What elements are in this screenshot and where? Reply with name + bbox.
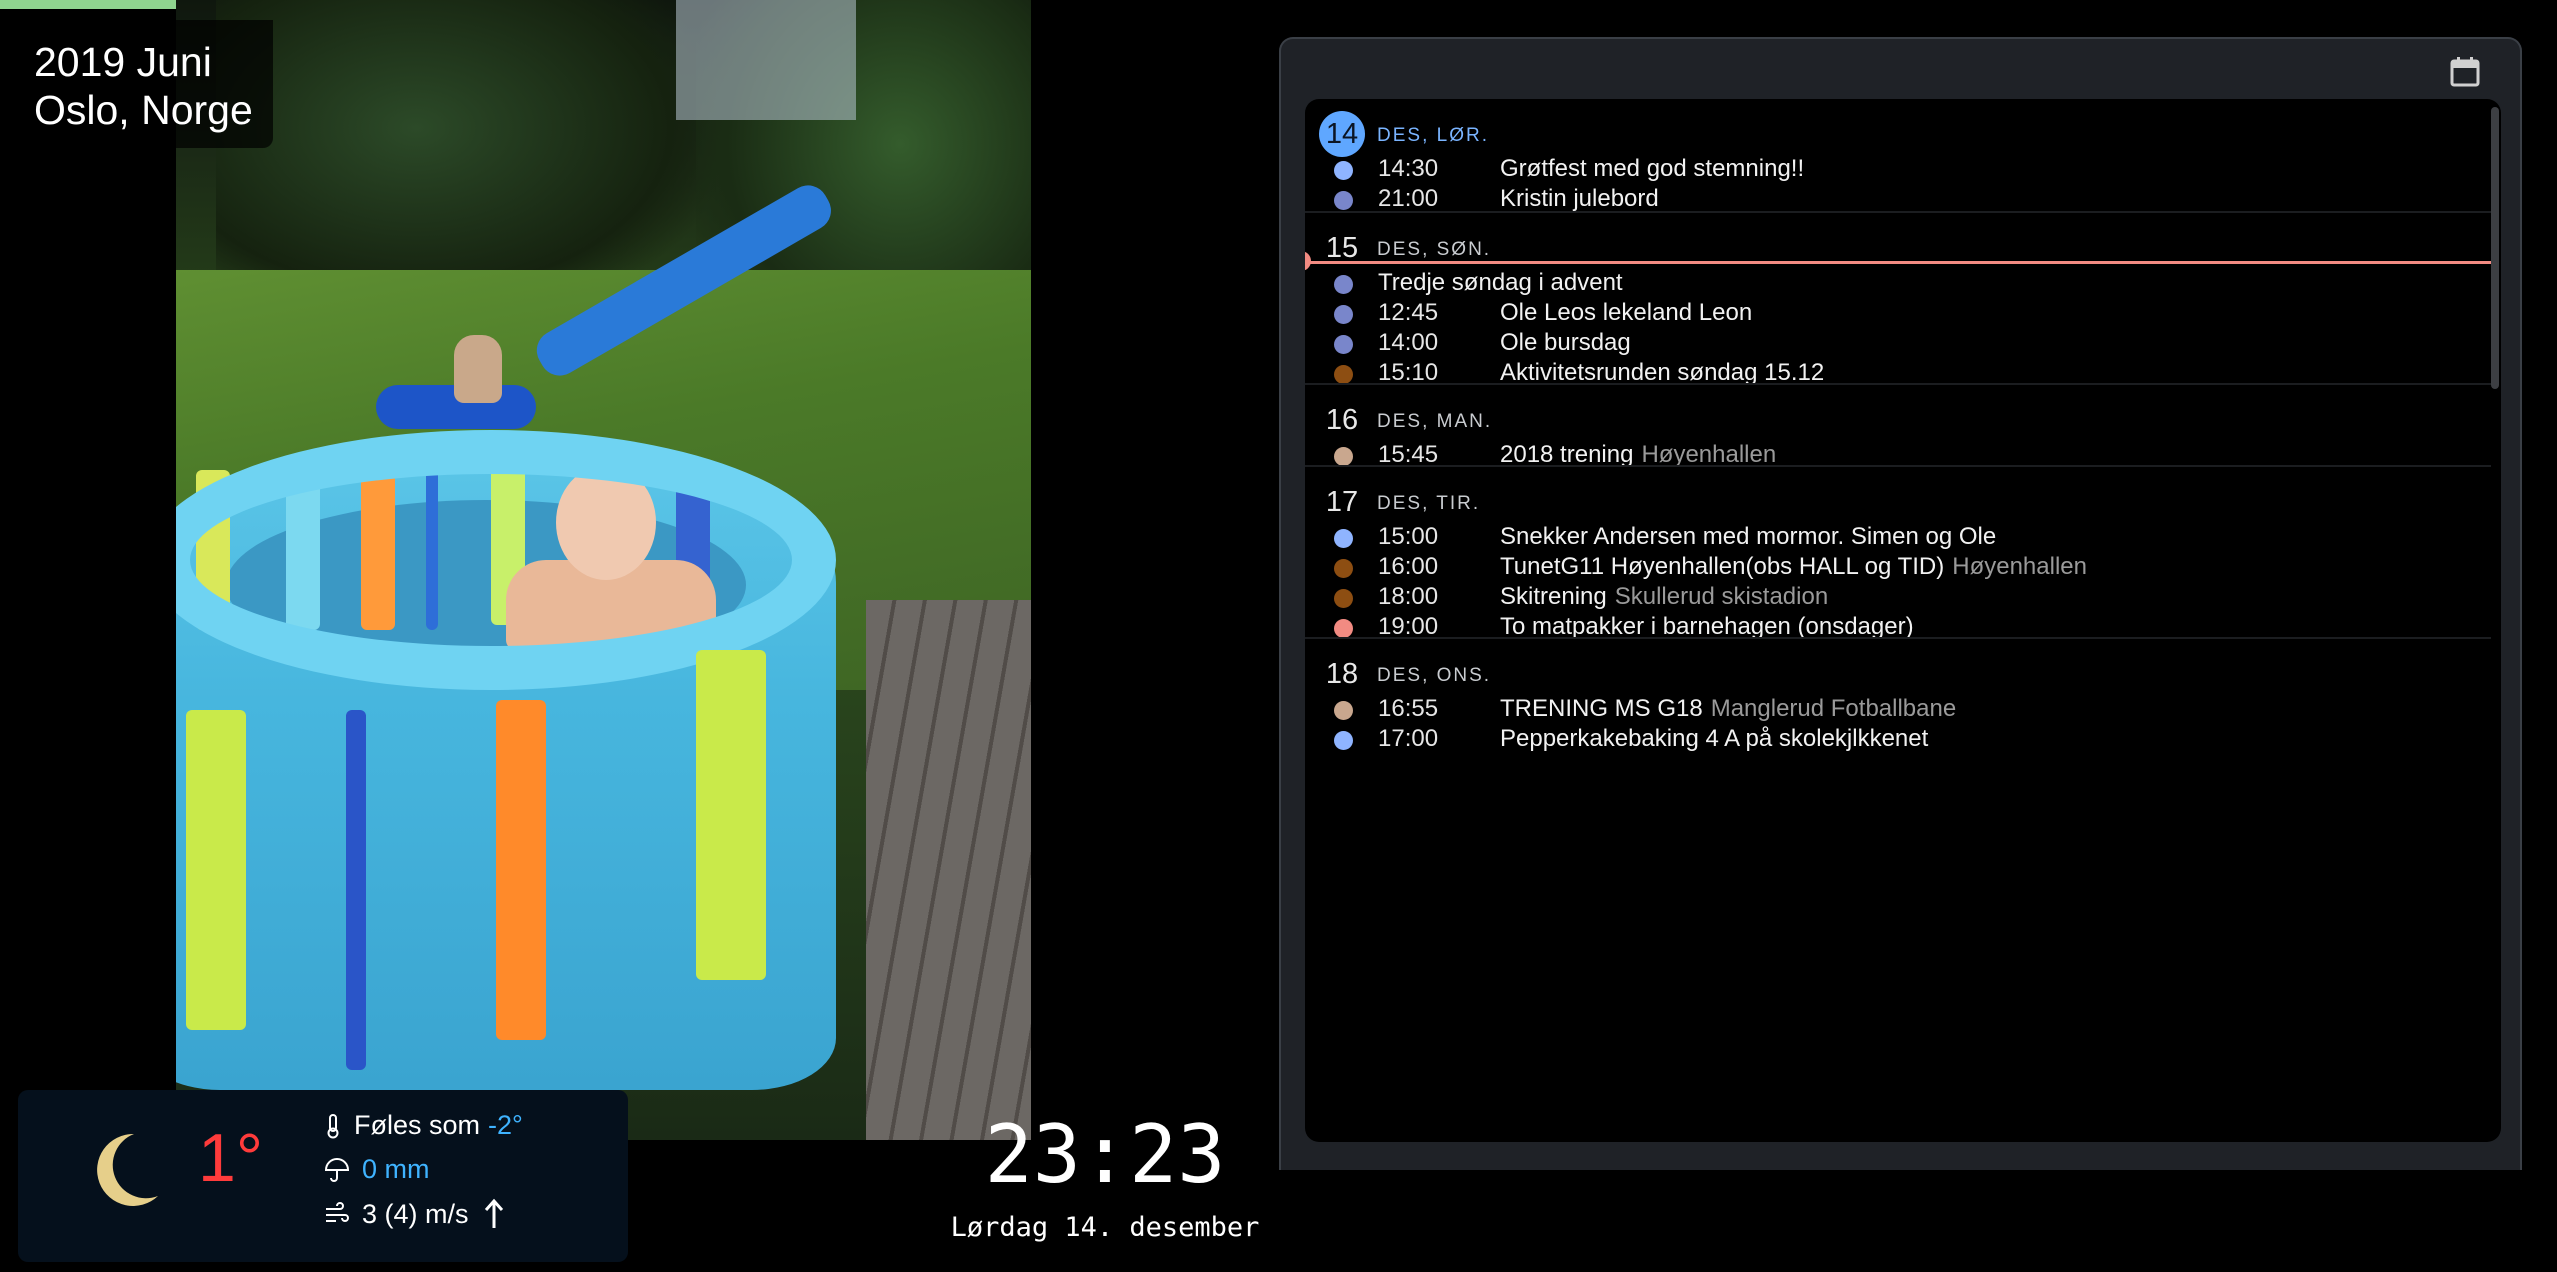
day-label: DES, LØR.	[1377, 125, 1489, 146]
event-title: Kristin julebord	[1500, 185, 1659, 212]
event-color-dot	[1334, 701, 1353, 720]
day-label: DES, SØN.	[1377, 239, 1492, 260]
agenda-event[interactable]: 19:00 To matpakker i barnehagen (onsdager…	[1305, 607, 2491, 647]
day-label: DES, ONS.	[1377, 665, 1492, 686]
precipitation-row: 0 mm	[324, 1154, 430, 1185]
event-color-dot	[1334, 275, 1353, 294]
day-separator	[1305, 465, 2491, 467]
wind-icon	[326, 1202, 349, 1222]
event-location: Skullerud skistadion	[1614, 583, 1829, 610]
event-color-dot	[1334, 529, 1353, 548]
agenda-event[interactable]: 21:00 Kristin julebord	[1305, 179, 2491, 219]
current-time-line	[1307, 261, 2491, 264]
feels-like-row: Føles som -2°	[324, 1110, 523, 1141]
event-title-row: Pepperkakebaking 4 A på skolekjlkkenet	[1500, 725, 1928, 753]
event-title: To matpakker i barnehagen (onsdager)	[1500, 613, 1914, 640]
event-time: 21:00	[1378, 185, 1439, 212]
event-color-dot	[1334, 731, 1353, 750]
agenda-list[interactable]: 14 DES, LØR. 14:30 Grøtfest med god stemnin…	[1305, 99, 2501, 1142]
photo-location: Oslo, Norge	[34, 87, 253, 133]
event-location: Høyenhallen	[1641, 441, 1777, 468]
event-color-dot	[1334, 559, 1353, 578]
photo-info-overlay: 2019 Juni Oslo, Norge	[0, 20, 273, 148]
calendar-panel: 14 DES, LØR. 14:30 Grøtfest med god stemnin…	[1279, 37, 2522, 1170]
slideshow-photo	[176, 0, 1031, 1140]
day-label: DES, TIR.	[1377, 493, 1481, 514]
agenda-event[interactable]: 15:45 2018 trening Høyenhallen	[1305, 435, 2491, 475]
temperature: 1°	[198, 1120, 264, 1196]
event-title: Pepperkakebaking 4 A på skolekjlkkenet	[1500, 725, 1929, 752]
umbrella-icon	[324, 1157, 350, 1182]
event-title: Ole Leos lekeland Leon	[1500, 299, 1753, 326]
event-title: Grøtfest med god stemning!!	[1500, 155, 1805, 182]
event-color-dot	[1334, 447, 1353, 466]
moon-icon	[97, 1133, 158, 1206]
agenda-scrollbar[interactable]	[2491, 107, 2499, 389]
clock-time: 23:23	[984, 1108, 1226, 1201]
event-color-dot	[1334, 365, 1353, 384]
thermometer-icon	[327, 1113, 339, 1138]
event-title-row: Kristin julebord	[1500, 185, 1659, 213]
event-title: 2018 trening	[1500, 441, 1634, 468]
event-title: Aktivitetsrunden søndag 15.12	[1500, 359, 1825, 386]
event-title: TunetG11 Høyenhallen(obs HALL og TID)	[1500, 553, 1945, 580]
feels-like-value: -2°	[488, 1110, 523, 1140]
day-separator	[1305, 211, 2491, 213]
feels-like-label: Føles som	[354, 1110, 481, 1140]
event-color-dot	[1334, 619, 1353, 638]
event-color-dot	[1334, 161, 1353, 180]
weather-widget: 1° Føles som -2° 0 mm 3 (4) m/s	[18, 1090, 628, 1262]
clock-date: Lørdag 14. desember	[950, 1212, 1260, 1243]
event-time: 17:00	[1378, 725, 1439, 752]
day-separator	[1305, 637, 2491, 639]
arrow-up-icon	[484, 1198, 503, 1228]
day-separator	[1305, 383, 2491, 385]
event-title: Snekker Andersen med mormor. Simen og Ol…	[1500, 523, 1997, 550]
wind-row: 3 (4) m/s	[324, 1198, 517, 1230]
event-title: Tredje søndag i advent	[1378, 269, 1623, 296]
event-title: TRENING MS G18	[1500, 695, 1703, 722]
event-location: Manglerud Fotballbane	[1710, 695, 1957, 722]
wind-value: 3 (4) m/s	[362, 1198, 469, 1229]
agenda-event[interactable]: 15:10 Aktivitetsrunden søndag 15.12	[1305, 353, 2491, 393]
event-color-dot	[1334, 589, 1353, 608]
precipitation-value: 0 mm	[362, 1154, 430, 1184]
photo-date: 2019 Juni	[34, 39, 212, 85]
event-title: Skitrening	[1500, 583, 1607, 610]
event-title: Ole bursdag	[1500, 329, 1631, 356]
calendar-icon[interactable]	[2448, 55, 2482, 89]
agenda-event[interactable]: 17:00 Pepperkakebaking 4 A på skolekjlkke…	[1305, 719, 2491, 759]
day-label: DES, MAN.	[1377, 411, 1493, 432]
event-color-dot	[1334, 305, 1353, 324]
event-location: Høyenhallen	[1952, 553, 2087, 580]
event-color-dot	[1334, 191, 1353, 210]
event-color-dot	[1334, 335, 1353, 354]
